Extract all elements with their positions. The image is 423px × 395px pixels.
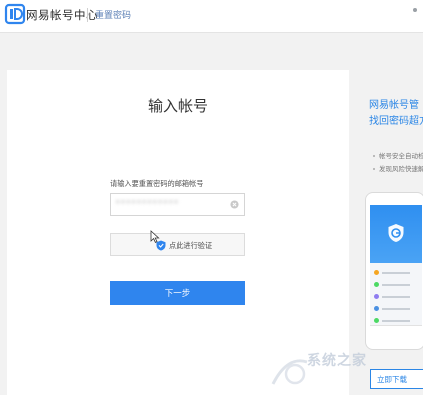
phone-row-dot (374, 318, 379, 323)
phone-row-dot (374, 282, 379, 287)
phone-row-dot (374, 294, 379, 299)
header-divider (87, 8, 88, 22)
phone-list-row (374, 305, 418, 312)
watermark-text: 系统之家 (307, 353, 367, 369)
phone-list-row (374, 281, 418, 288)
phone-row-dot (374, 306, 379, 311)
phone-row-line (382, 272, 410, 274)
nav-reset-password[interactable]: 重置密码 (95, 8, 131, 21)
account-input[interactable]: •••••••••••• (110, 193, 245, 216)
shield-icon (388, 224, 404, 242)
next-step-button[interactable]: 下一步 (110, 281, 245, 305)
netease-logo-icon[interactable] (4, 3, 26, 25)
promo-feature-list: 帐号安全自动检测 发现风险快速解决 (373, 150, 423, 176)
account-input-value[interactable]: •••••••••••• (115, 198, 179, 208)
phone-list-row (374, 269, 418, 276)
phone-list-row (374, 293, 418, 300)
phone-app-header (370, 205, 422, 263)
promo-title-line2: 找回密码超方 (369, 116, 423, 127)
menu-dot-icon (413, 8, 417, 12)
phone-screen (370, 205, 422, 333)
phone-row-line (382, 284, 410, 286)
page-title: 输入帐号 (147, 97, 208, 115)
phone-mockup (365, 192, 423, 350)
promo-feature-item: 帐号安全自动检测 (373, 150, 423, 163)
verify-button[interactable]: 点此进行验证 (110, 233, 245, 256)
phone-row-dot (374, 270, 379, 275)
promo-title-line1: 网易帐号管 (369, 100, 419, 111)
phone-row-line (382, 320, 410, 322)
account-field-label: 请输入要重置密码的邮箱帐号 (110, 179, 204, 188)
promo-feature-item: 发现风险快速解决 (373, 163, 423, 176)
phone-row-line (382, 308, 410, 310)
download-now-button[interactable]: 立即下载 (370, 369, 423, 389)
phone-list-row (374, 317, 418, 324)
promo-title: 网易帐号管 找回密码超方 (369, 98, 423, 130)
verify-label: 点此进行验证 (169, 241, 213, 250)
mouse-cursor-icon (150, 230, 160, 243)
top-bar: 网易帐号中心 重置密码 (0, 0, 423, 33)
phone-row-line (382, 296, 410, 298)
clear-icon[interactable] (230, 200, 239, 209)
phone-tab-bar (370, 325, 422, 333)
